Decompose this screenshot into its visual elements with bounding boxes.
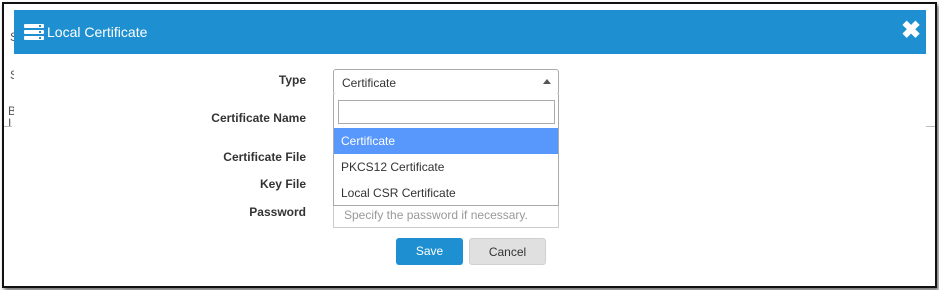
type-select-value: Certificate [342, 76, 397, 90]
background-text-fragment: I [8, 116, 12, 130]
close-icon[interactable]: ✖ [900, 19, 922, 43]
dropdown-search-input[interactable] [338, 100, 555, 124]
window-frame: S S B I Local Certificate ✖ Type Certifi… [2, 2, 937, 288]
certificate-name-label: Certificate Name [211, 111, 306, 125]
dropdown-option-pkcs12-certificate[interactable]: PKCS12 Certificate [334, 154, 558, 180]
dropdown-option-certificate[interactable]: Certificate [334, 128, 558, 154]
background-divider [925, 126, 935, 127]
dialog-titlebar: Local Certificate ✖ [14, 10, 926, 54]
server-icon [24, 24, 44, 40]
dropdown-option-local-csr-certificate[interactable]: Local CSR Certificate [334, 180, 558, 206]
certificate-file-label: Certificate File [223, 150, 306, 164]
password-label: Password [249, 205, 306, 219]
save-button[interactable]: Save [396, 238, 463, 265]
dialog-title: Local Certificate [47, 24, 148, 40]
type-dropdown: Certificate PKCS12 Certificate Local CSR… [333, 94, 559, 206]
password-placeholder: Specify the password if necessary. [344, 208, 528, 222]
key-file-label: Key File [259, 177, 306, 191]
background-divider [4, 126, 12, 127]
local-certificate-dialog: Local Certificate ✖ Type Certificate Nam… [14, 10, 926, 280]
chevron-up-icon [543, 79, 551, 84]
password-field[interactable]: Specify the password if necessary. [333, 206, 559, 228]
type-select[interactable]: Certificate [333, 69, 559, 95]
type-label: Type [278, 73, 306, 87]
cancel-button[interactable]: Cancel [469, 238, 546, 265]
